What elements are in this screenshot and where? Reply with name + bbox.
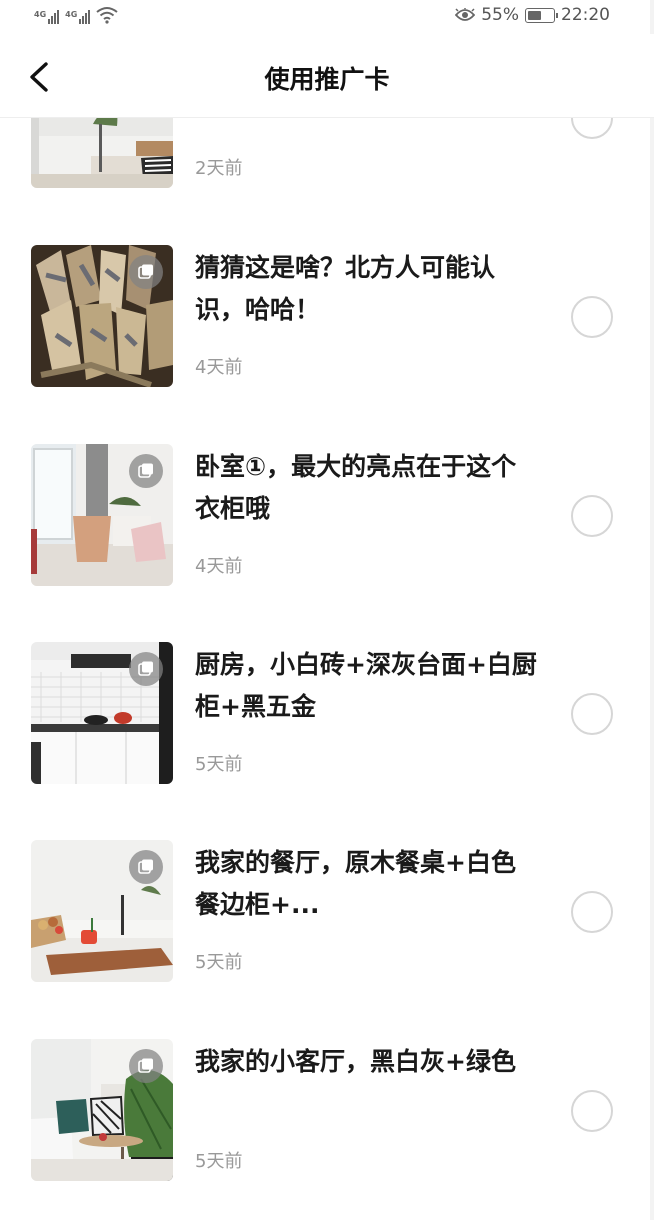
list-item[interactable]: 厨房，小白砖+深灰台面+白厨柜+黑五金 5天前: [0, 642, 654, 786]
post-thumbnail[interactable]: [31, 444, 173, 586]
post-title[interactable]: 我家的小客厅，黑白灰+绿色: [195, 1041, 540, 1083]
battery-percent: 55%: [481, 5, 519, 25]
multi-image-icon: [129, 850, 163, 884]
eye-comfort-icon: [455, 8, 476, 21]
battery-icon: [525, 7, 558, 23]
post-time: 4天前: [195, 357, 243, 378]
network-type-2: 4G: [65, 10, 78, 19]
status-right: 55% 22:20: [455, 5, 610, 25]
battery-fill: [528, 10, 541, 20]
post-time: 5天前: [195, 754, 243, 775]
multi-image-icon: [129, 454, 163, 488]
post-thumbnail[interactable]: [31, 642, 173, 784]
select-radio[interactable]: [571, 296, 613, 338]
list-item[interactable]: 我家的小客厅，黑白灰+绿色 5天前: [0, 1039, 654, 1183]
list-item[interactable]: 卧室①，最大的亮点在于这个衣柜哦 4天前: [0, 444, 654, 588]
select-radio[interactable]: [571, 1090, 613, 1132]
post-title[interactable]: 我家的餐厅，原木餐桌+白色餐边柜+...: [195, 842, 540, 926]
select-radio[interactable]: [571, 495, 613, 537]
post-title[interactable]: 厨房，小白砖+深灰台面+白厨柜+黑五金: [195, 644, 540, 728]
status-left: 4G 4G: [34, 6, 118, 24]
post-thumbnail[interactable]: [31, 840, 173, 982]
post-thumbnail[interactable]: [31, 245, 173, 387]
wifi-icon: [96, 7, 118, 24]
signal-2-icon: 4G: [65, 10, 91, 24]
list-item[interactable]: 我家的餐厅，原木餐桌+白色餐边柜+... 5天前: [0, 840, 654, 984]
status-bar: 4G 4G 55% 22:20: [0, 0, 654, 34]
page-title: 使用推广卡: [264, 65, 390, 94]
scroll-edge: [650, 0, 654, 1220]
post-thumbnail[interactable]: [31, 1039, 173, 1181]
multi-image-icon: [129, 652, 163, 686]
post-time: 5天前: [195, 1151, 243, 1172]
list-item[interactable]: 猜猜这是啥？北方人可能认识，哈哈！ 4天前: [0, 245, 654, 389]
post-time: 2天前: [195, 158, 243, 179]
screen: 4G 4G 55% 22:20 2天前 猜猜这是啥？北方人可能认识，哈哈！ 4天…: [0, 0, 654, 1220]
network-type-1: 4G: [34, 10, 47, 19]
signal-1-icon: 4G: [34, 10, 60, 24]
post-title[interactable]: 猜猜这是啥？北方人可能认识，哈哈！: [195, 247, 540, 331]
post-time: 4天前: [195, 556, 243, 577]
multi-image-icon: [129, 255, 163, 289]
clock: 22:20: [561, 5, 610, 25]
multi-image-icon: [129, 1049, 163, 1083]
select-radio[interactable]: [571, 693, 613, 735]
post-title[interactable]: 卧室①，最大的亮点在于这个衣柜哦: [195, 446, 540, 530]
nav-bar: 使用推广卡: [0, 34, 654, 118]
post-time: 5天前: [195, 952, 243, 973]
select-radio[interactable]: [571, 891, 613, 933]
